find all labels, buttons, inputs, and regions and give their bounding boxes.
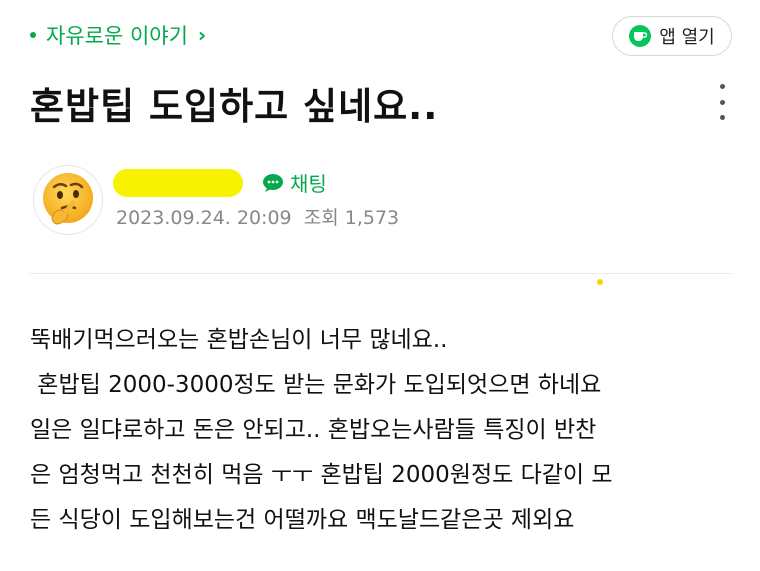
author-nickname-redacted xyxy=(113,169,243,197)
post-title: 혼밥팁 도입하고 싶네요.. xyxy=(30,85,439,128)
divider xyxy=(30,273,732,274)
chat-bubble-icon xyxy=(263,173,283,192)
post-meta: 2023.09.24. 20:09 조회 1,573 xyxy=(116,203,399,230)
cafe-board-name: 자유로운 이야기 xyxy=(46,24,188,48)
chevron-right-icon: › xyxy=(197,23,207,47)
chat-button[interactable]: 채팅 xyxy=(262,168,327,197)
coffee-cup-icon xyxy=(629,25,652,47)
thinking-face-icon xyxy=(43,173,93,225)
open-app-label: 앱 열기 xyxy=(659,27,715,48)
author-avatar[interactable] xyxy=(33,165,103,235)
chat-label: 채팅 xyxy=(290,172,327,196)
views-label: 조회 xyxy=(303,207,339,229)
bullet-icon xyxy=(30,32,36,38)
views-count: 1,573 xyxy=(344,207,400,229)
body-line: 혼밥팁 2000-3000정도 받는 문화가 도입되엇으면 하네요 xyxy=(30,372,602,398)
body-line: 뚝배기먹으러오는 혼밥손님이 너무 많네요.. xyxy=(30,327,448,353)
cafe-board-link[interactable]: 자유로운 이야기 › xyxy=(30,20,206,50)
body-line: 일은 일댜로하고 돈은 안되고.. 혼밥오는사람들 특징이 반찬 xyxy=(30,417,597,443)
top-bar: 자유로운 이야기 › 앱 열기 xyxy=(0,0,760,72)
open-app-button[interactable]: 앱 열기 xyxy=(612,16,732,56)
body-line: 든 식당이 도입해보는건 어떨까요 맥도날드같은곳 제외요 xyxy=(30,507,575,533)
post-date: 2023.09.24. 20:09 xyxy=(116,207,292,229)
more-vertical-icon[interactable] xyxy=(712,84,732,120)
body-line: 은 엄청먹고 천천히 먹음 ㅜㅜ 혼밥팁 2000원정도 다같이 모 xyxy=(30,462,613,488)
decorative-dot xyxy=(597,279,603,285)
post-body: 뚝배기먹으러오는 혼밥손님이 너무 많네요.. 혼밥팁 2000-3000정도 … xyxy=(30,318,745,543)
